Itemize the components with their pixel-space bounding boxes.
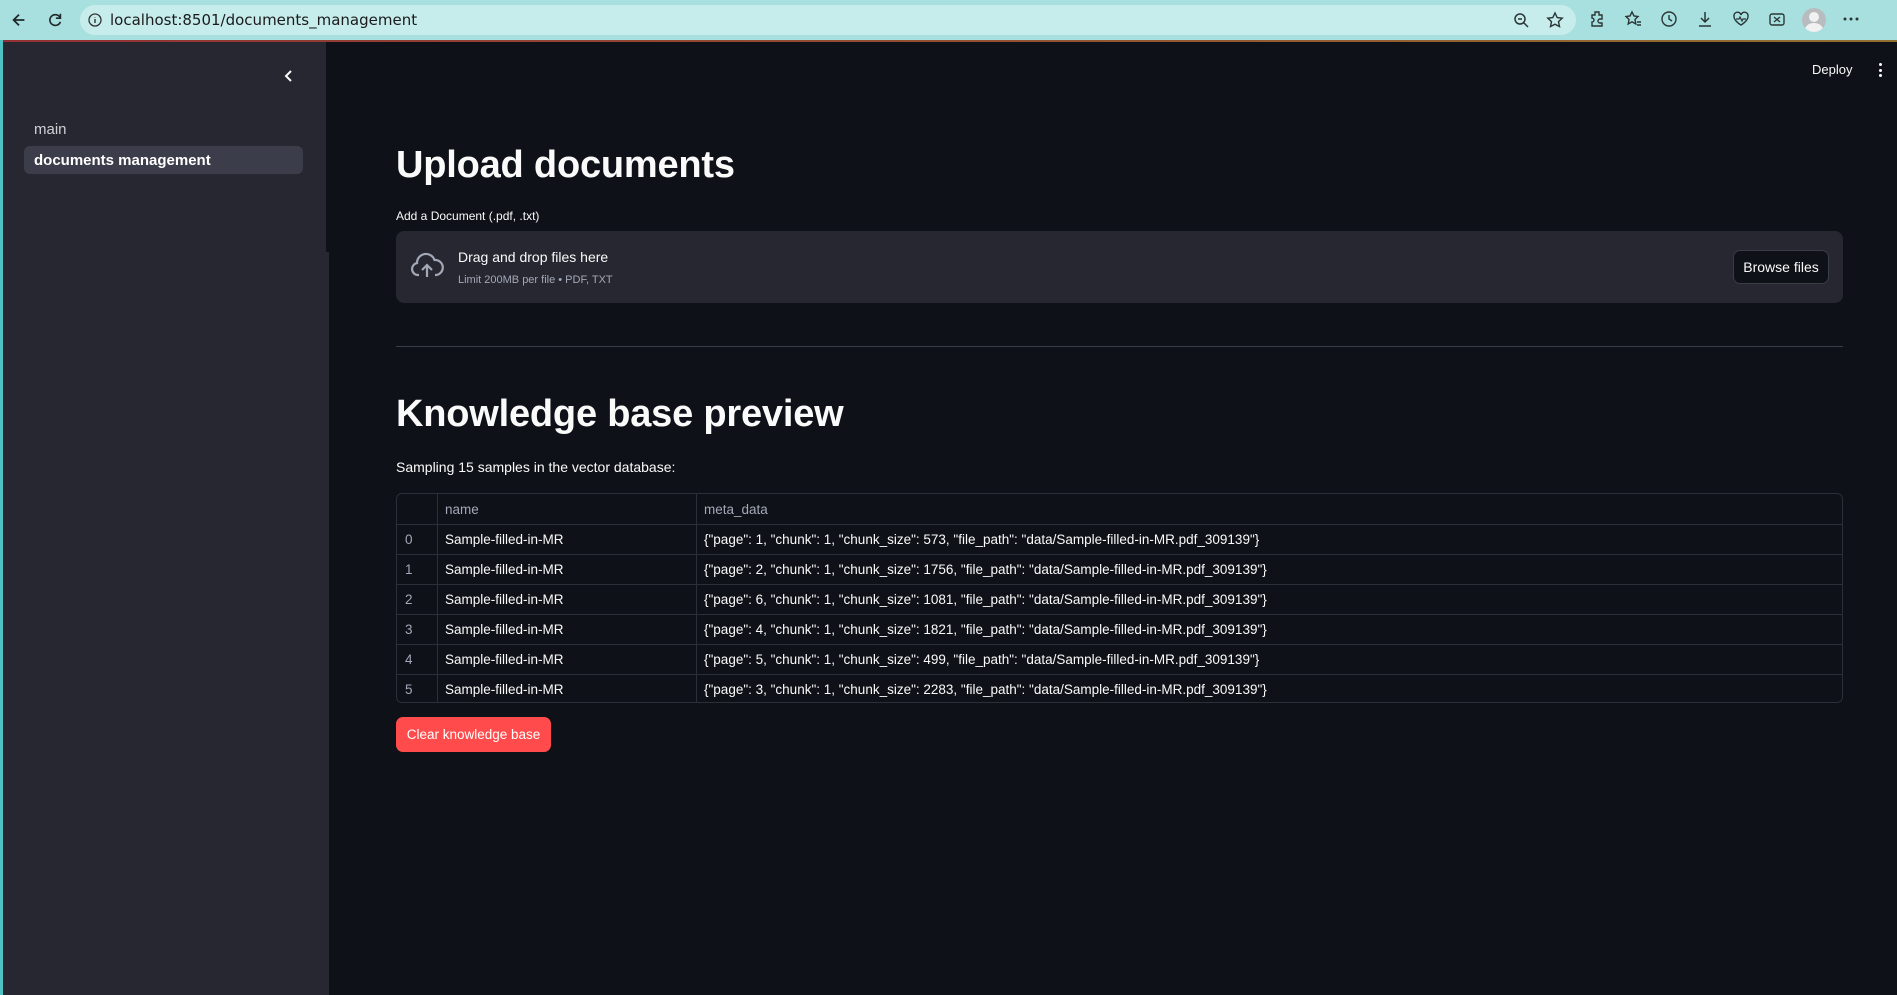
performance-heart-icon[interactable] (1730, 8, 1752, 30)
sidebar-item-label: main (34, 120, 67, 138)
row-index: 2 (397, 585, 438, 614)
meta-data-cell[interactable]: {"page": 1, "chunk": 1, "chunk_size": 57… (697, 525, 1842, 554)
name-cell[interactable]: Sample-filled-in-MR (438, 525, 697, 554)
row-index: 3 (397, 615, 438, 644)
name-cell[interactable]: Sample-filled-in-MR (438, 675, 697, 702)
name-column-header[interactable]: name (438, 494, 697, 524)
meta-data-cell[interactable]: {"page": 5, "chunk": 1, "chunk_size": 49… (697, 645, 1842, 674)
clear-knowledge-base-button[interactable]: Clear knowledge base (396, 717, 551, 752)
url-text: localhost:8501/documents_management (110, 11, 418, 29)
extensions-icon[interactable] (1586, 8, 1608, 30)
screenshot-icon[interactable] (1766, 8, 1788, 30)
meta-data-cell[interactable]: {"page": 6, "chunk": 1, "chunk_size": 10… (697, 585, 1842, 614)
section-divider (396, 346, 1843, 347)
name-cell[interactable]: Sample-filled-in-MR (438, 615, 697, 644)
meta-data-cell[interactable]: {"page": 2, "chunk": 1, "chunk_size": 17… (697, 555, 1842, 584)
dropzone-limit-text: Limit 200MB per file • PDF, TXT (458, 274, 613, 286)
back-arrow-icon[interactable] (2, 3, 36, 37)
browse-files-button[interactable]: Browse files (1733, 250, 1829, 284)
row-index: 1 (397, 555, 438, 584)
row-index: 5 (397, 675, 438, 702)
more-options-icon[interactable] (1840, 8, 1862, 30)
table-row[interactable]: 5 Sample-filled-in-MR {"page": 3, "chunk… (397, 674, 1842, 702)
cloud-upload-icon (410, 251, 444, 281)
upload-field-label: Add a Document (.pdf, .txt) (396, 209, 540, 223)
name-cell[interactable]: Sample-filled-in-MR (438, 645, 697, 674)
reload-icon[interactable] (38, 3, 72, 37)
history-icon[interactable] (1658, 8, 1680, 30)
profile-avatar[interactable] (1802, 8, 1826, 32)
sampling-caption: Sampling 15 samples in the vector databa… (396, 459, 676, 475)
name-cell[interactable]: Sample-filled-in-MR (438, 555, 697, 584)
table-row[interactable]: 3 Sample-filled-in-MR {"page": 4, "chunk… (397, 614, 1842, 644)
name-cell[interactable]: Sample-filled-in-MR (438, 585, 697, 614)
file-dropzone[interactable]: Drag and drop files here Limit 200MB per… (396, 231, 1843, 303)
address-bar[interactable]: localhost:8501/documents_management (80, 5, 1576, 35)
table-row[interactable]: 1 Sample-filled-in-MR {"page": 2, "chunk… (397, 554, 1842, 584)
meta-data-cell[interactable]: {"page": 3, "chunk": 1, "chunk_size": 22… (697, 675, 1842, 702)
meta-data-cell[interactable]: {"page": 4, "chunk": 1, "chunk_size": 18… (697, 615, 1842, 644)
sidebar-item-main[interactable]: main (24, 115, 303, 143)
table-row[interactable]: 2 Sample-filled-in-MR {"page": 6, "chunk… (397, 584, 1842, 614)
knowledge-base-title: Knowledge base preview (396, 393, 844, 435)
meta-data-column-header[interactable]: meta_data (697, 494, 1842, 524)
sidebar-resize-handle[interactable] (326, 42, 332, 252)
sidebar: main documents management (3, 42, 332, 995)
table-row[interactable]: 4 Sample-filled-in-MR {"page": 5, "chunk… (397, 644, 1842, 674)
dropzone-title: Drag and drop files here (458, 249, 609, 265)
collapse-sidebar-icon[interactable] (277, 64, 301, 88)
row-index: 0 (397, 525, 438, 554)
knowledge-base-table[interactable]: name meta_data 0 Sample-filled-in-MR {"p… (396, 493, 1843, 703)
favorite-star-icon[interactable] (1544, 9, 1566, 31)
table-row[interactable]: 0 Sample-filled-in-MR {"page": 1, "chunk… (397, 524, 1842, 554)
zoom-icon[interactable] (1510, 9, 1532, 31)
row-index: 4 (397, 645, 438, 674)
page-title: Upload documents (396, 144, 735, 186)
sidebar-item-documents-management[interactable]: documents management (24, 146, 303, 174)
sidebar-item-label: documents management (34, 151, 211, 169)
favorites-icon[interactable] (1622, 8, 1644, 30)
download-icon[interactable] (1694, 8, 1716, 30)
deploy-button[interactable]: Deploy (1812, 62, 1852, 77)
browser-toolbar: localhost:8501/documents_management (0, 0, 1897, 40)
index-column-header[interactable] (397, 494, 438, 524)
table-header-row: name meta_data (397, 494, 1842, 524)
main-menu-icon[interactable] (1874, 60, 1886, 80)
site-info-icon[interactable] (80, 13, 110, 27)
